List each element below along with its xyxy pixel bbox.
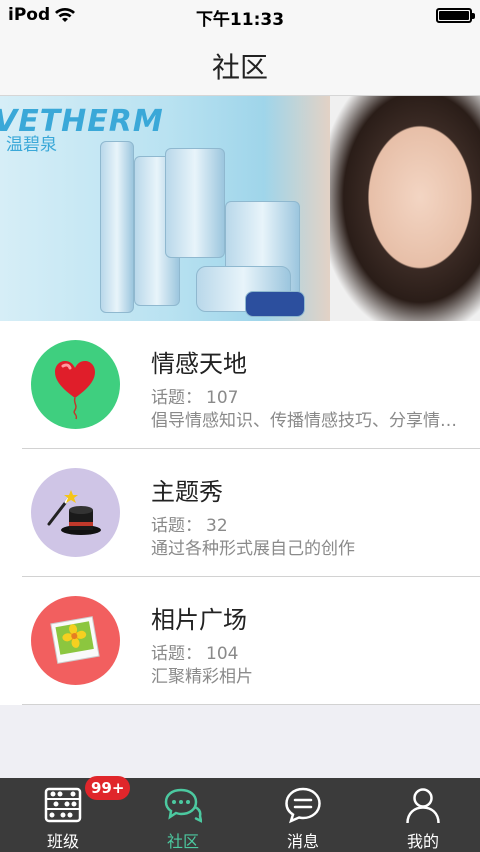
status-bar: iPod 下午11:33 [0, 0, 480, 32]
topics-count: 话题： 104 [151, 639, 238, 664]
topics-label: 话题： [151, 516, 202, 536]
community-item-emotion[interactable]: 情感天地 话题： 107 倡导情感知识、传播情感技巧、分享情感经历 [0, 321, 480, 449]
tab-messages[interactable]: 消息 [243, 778, 363, 852]
community-item-photo-square[interactable]: 相片广场 话题： 104 汇聚精彩相片 [0, 577, 480, 705]
community-list: 情感天地 话题： 107 倡导情感知识、传播情感技巧、分享情感经历 主题秀 话题：… [0, 321, 480, 705]
model-photo [330, 96, 480, 321]
community-icon [31, 596, 120, 685]
tab-label: 社区 [166, 832, 199, 851]
topics-label: 话题： [151, 388, 202, 408]
tab-label: 消息 [286, 832, 319, 851]
product-jar [245, 291, 305, 317]
topics-number: 107 [206, 388, 239, 408]
tab-class[interactable]: 99+ 班级 [3, 776, 131, 852]
community-description: 倡导情感知识、传播情感技巧、分享情感经历 [151, 411, 469, 431]
tab-community[interactable]: 社区 [123, 778, 243, 852]
community-name: 情感天地 [151, 350, 247, 378]
topics-count: 话题： 32 [151, 511, 228, 536]
tab-bar: 99+ 班级 社区 消息 我的 [0, 776, 480, 852]
magic-hat-icon [47, 490, 101, 535]
divider [22, 704, 480, 705]
tab-label: 班级 [46, 832, 79, 851]
community-icon [31, 468, 120, 557]
message-bubble-icon [285, 787, 321, 824]
community-item-theme-show[interactable]: 主题秀 话题： 32 通过各种形式展自己的创作 [0, 449, 480, 577]
community-name: 相片广场 [151, 606, 247, 634]
tab-me[interactable]: 我的 [363, 778, 480, 852]
topics-number: 32 [206, 516, 228, 536]
clock: 下午11:33 [195, 10, 285, 30]
community-description: 汇聚精彩相片 [151, 667, 253, 687]
photo-icon [50, 616, 100, 664]
community-description: 通过各种形式展自己的创作 [151, 539, 355, 559]
page-title: 社区 [211, 51, 268, 84]
banner-brand-cn: 温碧泉 [6, 135, 57, 155]
topics-label: 话题： [151, 644, 202, 664]
product-bottle [100, 141, 134, 313]
heart-balloon-icon [55, 361, 95, 420]
chat-bubbles-icon [164, 788, 202, 823]
topics-count: 话题： 107 [151, 383, 238, 408]
community-name: 主题秀 [151, 478, 223, 506]
navigation-bar: 社区 [0, 32, 480, 96]
person-icon [406, 788, 440, 824]
class-abacus-icon [44, 787, 82, 823]
tab-label: 我的 [406, 832, 439, 851]
topics-number: 104 [206, 644, 239, 664]
banner-ad[interactable]: VETHERM 温碧泉 [0, 96, 480, 321]
battery-icon [436, 8, 475, 23]
community-icon [31, 340, 120, 429]
product-tube [165, 148, 225, 258]
